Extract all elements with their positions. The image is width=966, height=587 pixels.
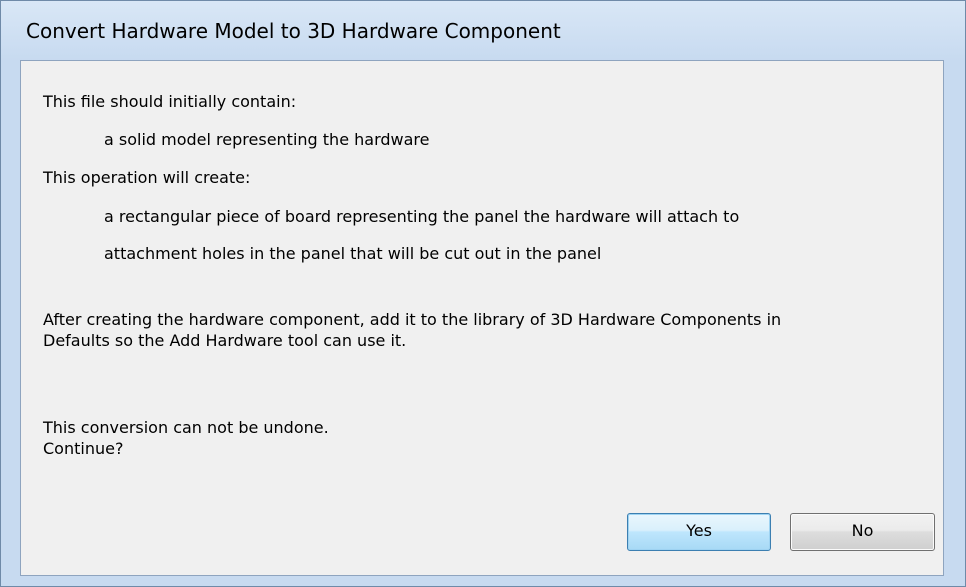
message-line-operation-create: This operation will create: (43, 168, 251, 187)
yes-button[interactable]: Yes (627, 513, 771, 551)
message-line-attachment-holes: attachment holes in the panel that will … (104, 244, 602, 263)
dialog-window: Convert Hardware Model to 3D Hardware Co… (0, 0, 966, 587)
message-line-initial-contain: This file should initially contain: (43, 92, 297, 111)
title-bar[interactable]: Convert Hardware Model to 3D Hardware Co… (1, 1, 965, 61)
message-line-rectangular-board: a rectangular piece of board representin… (104, 207, 740, 226)
dialog-title: Convert Hardware Model to 3D Hardware Co… (26, 19, 561, 43)
no-button[interactable]: No (790, 513, 935, 551)
message-line-cannot-undo: This conversion can not be undone. (43, 418, 329, 437)
message-line-defaults: Defaults so the Add Hardware tool can us… (43, 331, 407, 350)
message-line-after-creating: After creating the hardware component, a… (43, 310, 782, 329)
dialog-content: This file should initially contain: a so… (20, 60, 944, 576)
message-line-continue: Continue? (43, 439, 124, 458)
message-line-solid-model: a solid model representing the hardware (104, 130, 430, 149)
